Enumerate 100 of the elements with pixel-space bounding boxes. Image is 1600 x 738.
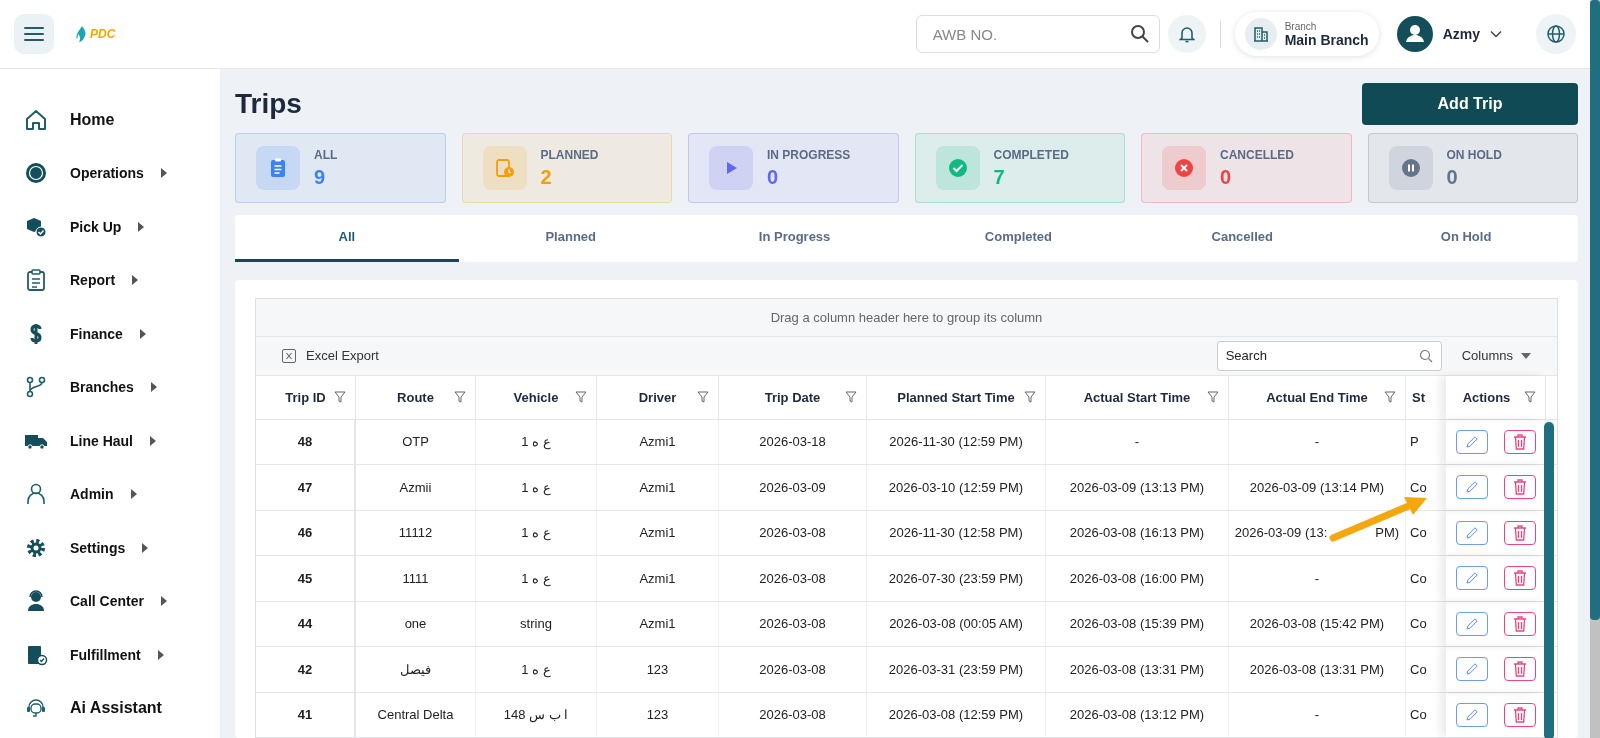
caret-icon	[159, 596, 167, 607]
column-header[interactable]: Actions	[1446, 375, 1546, 419]
column-header[interactable]: St	[1406, 375, 1446, 419]
edit-button[interactable]	[1456, 611, 1488, 636]
column-header[interactable]: Trip Date	[719, 375, 867, 419]
table-cell: Azmii	[356, 465, 476, 510]
cross-icon	[1173, 157, 1195, 179]
table-cell: one	[356, 601, 476, 646]
filter-tab[interactable]: In Progress	[682, 215, 907, 262]
sidebar-item[interactable]: Settings	[0, 521, 220, 575]
menu-icon	[24, 26, 44, 42]
stat-label: CANCELLED	[1220, 147, 1294, 162]
filter-tab[interactable]: All	[235, 215, 459, 262]
sidebar-item[interactable]: Line Haul	[0, 414, 220, 468]
column-header[interactable]: Vehicle	[476, 375, 597, 419]
edit-button[interactable]	[1456, 702, 1488, 727]
delete-button[interactable]	[1504, 702, 1536, 727]
filter-icon[interactable]	[845, 391, 857, 403]
column-header[interactable]: Trip ID	[256, 375, 356, 419]
filter-icon[interactable]	[1207, 391, 1219, 403]
filter-icon[interactable]	[1524, 391, 1536, 403]
sidebar-item[interactable]: Home	[0, 93, 220, 147]
sidebar-item[interactable]: Finance	[0, 307, 220, 361]
awb-search-field[interactable]: AWB NO.	[915, 15, 1160, 53]
table-cell: 46	[256, 510, 356, 555]
filter-tab[interactable]: Completed	[906, 215, 1131, 262]
branch-selector[interactable]: Branch Main Branch	[1234, 12, 1379, 56]
stat-count: 0	[767, 165, 780, 189]
clock-icon	[493, 157, 516, 179]
sidebar-item[interactable]: Ai Assistant	[0, 681, 220, 735]
stat-label: IN PROGRESS	[767, 147, 851, 162]
trash-icon	[1513, 479, 1527, 496]
table-cell: OTP	[356, 419, 476, 464]
edit-button[interactable]	[1456, 429, 1488, 454]
sidebar-item[interactable]: Operations	[0, 146, 220, 200]
table-cell: 2026-03-18	[719, 419, 867, 464]
delete-button[interactable]	[1504, 566, 1536, 591]
notifications-button[interactable]	[1167, 15, 1206, 53]
sidebar-item[interactable]: Report	[0, 253, 220, 307]
sidebar-item[interactable]: Branches	[0, 360, 220, 414]
user-menu[interactable]: Azmy	[1396, 16, 1502, 52]
filter-tab[interactable]: On Hold	[1354, 215, 1578, 262]
column-header[interactable]: Actual Start Time	[1046, 375, 1229, 419]
filter-tab[interactable]: Planned	[458, 215, 683, 262]
delete-button[interactable]	[1504, 429, 1536, 454]
column-header[interactable]: Actual End Time	[1229, 375, 1406, 419]
add-trip-button[interactable]: Add Trip	[1362, 83, 1578, 125]
globe-icon	[1546, 24, 1566, 44]
table-cell: 2026-07-30 (23:59 PM)	[867, 556, 1046, 601]
table-cell: 1111	[356, 556, 476, 601]
caret-icon	[149, 382, 157, 393]
delete-button[interactable]	[1504, 475, 1536, 500]
column-header[interactable]: Planned Start Time	[867, 375, 1046, 419]
stat-count: 7	[993, 165, 1006, 189]
stat-count: 0	[1446, 165, 1459, 189]
filter-icon[interactable]	[697, 391, 709, 403]
filter-icon[interactable]	[575, 391, 587, 403]
filter-icon[interactable]	[1384, 391, 1396, 403]
columns-button[interactable]: Columns	[1455, 347, 1537, 364]
caret-down-icon	[1521, 352, 1531, 359]
caret-icon	[149, 435, 156, 446]
filter-tab[interactable]: Cancelled	[1130, 215, 1355, 262]
table-cell: 2026-03-08 (16:00 PM)	[1046, 556, 1229, 601]
delete-button[interactable]	[1504, 520, 1536, 545]
table-cell-text: Co	[1409, 706, 1428, 725]
branch-name: Main Branch	[1284, 31, 1369, 48]
edit-button[interactable]	[1456, 475, 1488, 500]
stat-count: 2	[540, 165, 553, 189]
table-cell: 2026-03-31 (23:59 PM)	[867, 647, 1046, 692]
menu-button[interactable]	[14, 14, 54, 54]
sidebar-item[interactable]: Pick Up	[0, 200, 220, 254]
table-search-field[interactable]: Search	[1216, 340, 1442, 371]
trash-icon	[1513, 524, 1527, 541]
table-cell: فيصل	[356, 647, 476, 692]
edit-button[interactable]	[1456, 657, 1488, 682]
filter-icon[interactable]	[1024, 391, 1036, 403]
filter-icon[interactable]	[334, 391, 346, 403]
column-header[interactable]: Route	[356, 375, 476, 419]
excel-export-button[interactable]: Excel Export	[276, 347, 385, 364]
table-cell: 123	[597, 647, 719, 692]
sidebar-item[interactable]: Call Center	[0, 574, 220, 628]
delete-button[interactable]	[1504, 611, 1536, 636]
edit-button[interactable]	[1456, 566, 1488, 591]
table-cell: 2026-03-08 (15:42 PM)	[1229, 601, 1406, 646]
delete-button[interactable]	[1504, 657, 1536, 682]
caret-icon	[141, 542, 149, 553]
table-cell: Azmi1	[597, 510, 719, 555]
sidebar-item[interactable]: Fulfillment	[0, 628, 220, 682]
column-header[interactable]: Driver	[597, 375, 719, 419]
pencil-icon	[1465, 571, 1479, 586]
filter-icon[interactable]	[454, 391, 466, 403]
group-hint-text: Drag a column header here to group its column	[770, 309, 1043, 325]
trash-icon	[1513, 433, 1527, 450]
table-cell: 2026-03-08 (16:13 PM)	[1046, 510, 1229, 555]
sidebar-item[interactable]: Admin	[0, 467, 220, 521]
edit-button[interactable]	[1456, 520, 1488, 545]
home-icon	[24, 107, 48, 132]
table-cell: 45	[256, 556, 356, 601]
table-cell: 123	[597, 692, 719, 737]
language-button[interactable]	[1536, 14, 1576, 54]
